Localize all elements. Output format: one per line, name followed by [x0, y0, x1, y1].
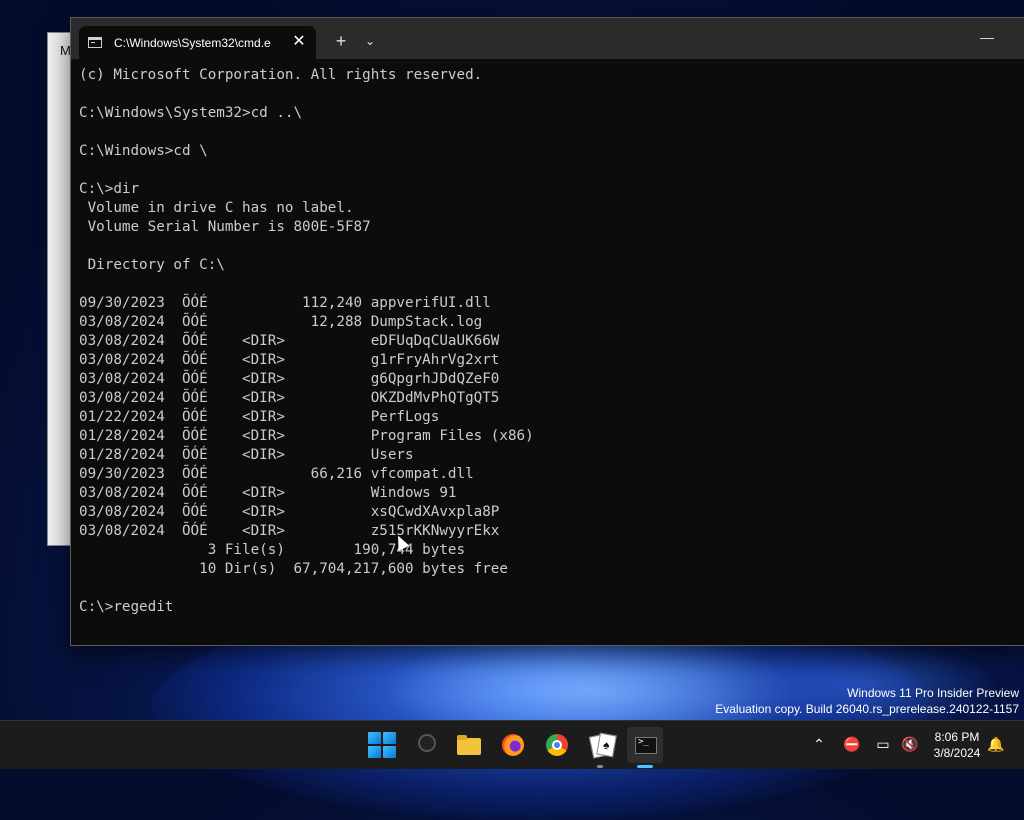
console-line: (c) Microsoft Corporation. All rights re…	[79, 67, 483, 83]
tab-close-button[interactable]: ✕	[290, 33, 308, 51]
new-tab-button[interactable]: +	[331, 31, 351, 51]
chevron-up-icon[interactable]: ⌃	[810, 735, 828, 753]
console-output[interactable]: (c) Microsoft Corporation. All rights re…	[79, 66, 1024, 645]
minimize-button[interactable]: —	[967, 26, 1007, 48]
display-icon[interactable]: ▭	[873, 735, 893, 753]
console-line: 03/08/2024 ÕÓÉ <DIR> Windows 91	[79, 485, 457, 501]
terminal-tab[interactable]: C:\Windows\System32\cmd.e ✕	[79, 26, 316, 59]
console-line: 03/08/2024 ÕÓÉ <DIR> z515rKKNwyyrEkx	[79, 523, 500, 539]
console-line: 10 Dir(s) 67,704,217,600 bytes free	[79, 561, 508, 577]
windows-logo-pane	[368, 732, 381, 744]
windows-logo-pane	[383, 746, 396, 758]
console-line: 03/08/2024 ÕÓÉ 12,288 DumpStack.log	[79, 314, 483, 330]
console-line: 01/28/2024 ÕÓÉ <DIR> Program Files (x86)	[79, 428, 534, 444]
notification-bell-icon[interactable]: 🔔	[986, 735, 1006, 753]
cmd-icon	[88, 37, 102, 48]
evaluation-watermark: Windows 11 Pro Insider Preview Evaluatio…	[715, 685, 1019, 717]
taskbar: ⌃ ⛔ ▭ 🔇 8:06 PM 3/8/2024 🔔	[0, 720, 1024, 769]
console-line: C:\Windows>cd \	[79, 143, 208, 159]
console-line: 09/30/2023 ÕÓÉ 66,216 vfcompat.dll	[79, 466, 474, 482]
console-line: 01/22/2024 ÕÓÉ <DIR> PerfLogs	[79, 409, 440, 425]
console-line: 3 File(s) 190,744 bytes	[79, 542, 466, 558]
console-line: C:\>dir	[79, 181, 140, 197]
console-line: Volume Serial Number is 800E-5F87	[79, 219, 371, 235]
console-line: 03/08/2024 ÕÓÉ <DIR> eDFUqDqCUaUK66W	[79, 333, 500, 349]
volume-muted-icon[interactable]: 🔇	[900, 735, 920, 753]
console-line: 03/08/2024 ÕÓÉ <DIR> g6QpgrhJDdQZeF0	[79, 371, 500, 387]
console-line: Directory of C:\	[79, 257, 225, 273]
console-line: Volume in drive C has no label.	[79, 200, 354, 216]
clock[interactable]: 8:06 PM 3/8/2024	[926, 729, 988, 761]
windows-logo-pane	[368, 746, 381, 758]
start-button[interactable]	[365, 729, 397, 761]
console-line: 01/28/2024 ÕÓÉ <DIR> Users	[79, 447, 414, 463]
terminal-window[interactable]: C:\Windows\System32\cmd.e ✕ + ⌄ — (c) Mi…	[70, 17, 1024, 646]
search-icon[interactable]	[411, 729, 443, 761]
console-line: 03/08/2024 ÕÓÉ <DIR> g1rFryAhrVg2xrt	[79, 352, 500, 368]
console-line: 03/08/2024 ÕÓÉ <DIR> xsQCwdXAvxpla8P	[79, 504, 500, 520]
watermark-build: Evaluation copy. Build 26040.rs_prerelea…	[715, 702, 1019, 716]
network-disconnected-icon[interactable]: ⛔	[842, 735, 862, 753]
file-explorer-icon[interactable]	[453, 729, 485, 761]
console-line: 03/08/2024 ÕÓÉ <DIR> OKZDdMvPhQTgQT5	[79, 390, 500, 406]
tab-dropdown-button[interactable]: ⌄	[361, 32, 379, 50]
windows-logo-pane	[383, 732, 396, 744]
clock-date: 3/8/2024	[933, 746, 981, 760]
solitaire-icon[interactable]	[585, 729, 617, 761]
console-line: C:\>regedit	[79, 599, 174, 615]
tab-title: C:\Windows\System32\cmd.e	[114, 36, 271, 50]
clock-time: 8:06 PM	[934, 730, 980, 744]
watermark-edition: Windows 11 Pro Insider Preview	[847, 686, 1019, 700]
console-line: 09/30/2023 ÕÓÉ 112,240 appverifUI.dll	[79, 295, 491, 311]
firefox-icon[interactable]	[497, 729, 529, 761]
terminal-titlebar[interactable]: C:\Windows\System32\cmd.e ✕ + ⌄ —	[71, 18, 1024, 59]
terminal-icon[interactable]	[627, 727, 663, 763]
chrome-icon[interactable]	[541, 729, 573, 761]
console-line: C:\Windows\System32>cd ..\	[79, 105, 303, 121]
